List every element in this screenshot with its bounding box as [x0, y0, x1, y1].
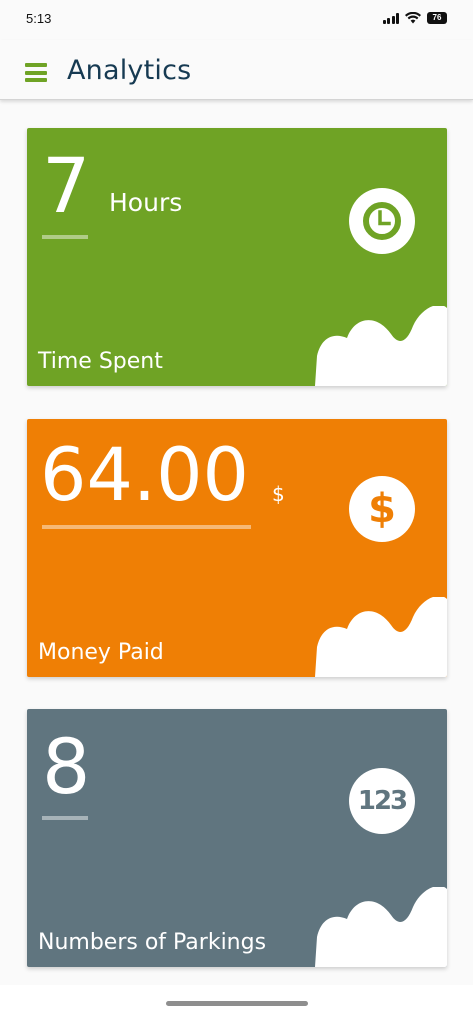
money-paid-underline [42, 525, 251, 529]
money-paid-unit: $ [272, 482, 285, 506]
wave-decoration [315, 597, 447, 677]
parkings-card[interactable]: 8 123 Numbers of Parkings [27, 709, 447, 967]
battery-icon: 76 [427, 12, 447, 24]
time-spent-label: Time Spent [38, 349, 163, 374]
home-indicator[interactable] [166, 1001, 308, 1006]
wifi-icon [405, 12, 421, 24]
status-icons: 76 [382, 11, 447, 25]
app-bar: Analytics [0, 40, 473, 100]
signal-icon [382, 12, 399, 24]
status-bar: 5:13 76 [0, 0, 473, 40]
status-time: 5:13 [26, 11, 52, 26]
time-spent-card[interactable]: 7 Hours Time Spent [27, 128, 447, 386]
home-bar [0, 985, 473, 1024]
hamburger-menu-icon[interactable] [25, 63, 47, 82]
clock-icon [349, 188, 415, 254]
time-spent-unit: Hours [109, 188, 183, 217]
wave-decoration [315, 887, 447, 967]
money-paid-label: Money Paid [38, 640, 164, 665]
wave-decoration [315, 306, 447, 386]
parkings-label: Numbers of Parkings [38, 930, 267, 955]
page-title: Analytics [67, 55, 192, 86]
numbers-123-icon-text: 123 [357, 786, 408, 816]
time-spent-underline [42, 235, 88, 239]
money-paid-card[interactable]: 64.00 $ $ Money Paid [27, 419, 447, 677]
parkings-value: 8 [42, 722, 91, 811]
money-paid-value: 64.00 [40, 433, 249, 518]
numbers-123-icon: 123 [349, 768, 415, 834]
time-spent-value: 7 [42, 141, 91, 230]
dollar-icon: $ [349, 476, 415, 542]
parkings-underline [42, 816, 88, 820]
